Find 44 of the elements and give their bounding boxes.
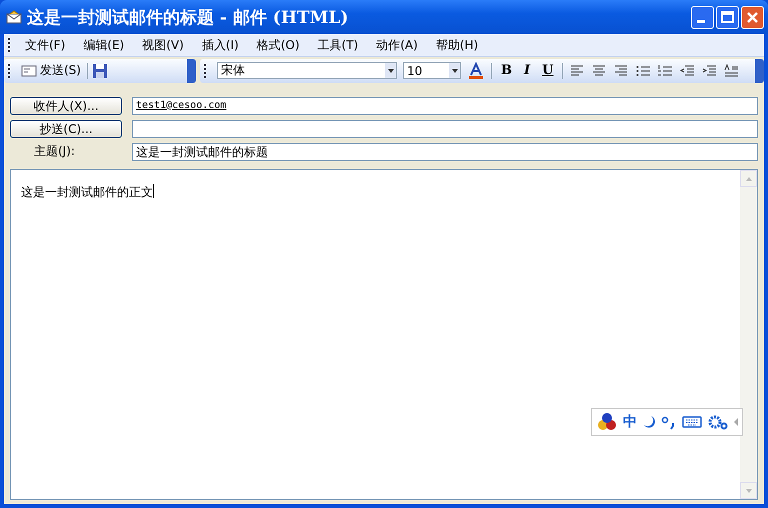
menu-item[interactable]: 视图(V)	[134, 36, 192, 54]
menu-item[interactable]: 编辑(E)	[75, 36, 132, 54]
envelope-icon	[6, 9, 22, 25]
align-left-icon[interactable]	[569, 64, 586, 78]
to-button[interactable]: 收件人(X)...	[10, 96, 122, 114]
message-body-text: 这是一封测试邮件的正文	[21, 184, 153, 201]
menu-item[interactable]: 格式(O)	[248, 36, 308, 54]
numbered-list-icon[interactable]	[657, 64, 674, 78]
menu-item[interactable]: 文件(F)	[17, 36, 74, 54]
chinese-mode-toggle[interactable]: 中	[623, 413, 637, 431]
punctuation-icon[interactable]	[661, 414, 677, 430]
balls-icon[interactable]	[596, 412, 618, 432]
menu-item[interactable]: 插入(I)	[194, 36, 247, 54]
window-title: 这是一封测试邮件的标题 - 邮件 (HTML)	[27, 6, 350, 28]
bullet-list-icon[interactable]	[635, 64, 652, 78]
keyboard-icon[interactable]	[682, 415, 702, 429]
decrease-indent-icon[interactable]	[679, 64, 696, 78]
font-dropdown[interactable]: 宋体	[217, 62, 397, 79]
maximize-button[interactable]	[716, 6, 739, 28]
style-icon[interactable]	[723, 64, 740, 78]
floppy-icon[interactable]	[92, 62, 108, 78]
cc-button[interactable]: 抄送(C)...	[10, 120, 122, 138]
subject-field[interactable]: 这是一封测试邮件的标题	[132, 142, 758, 160]
bold-button[interactable]: B	[498, 63, 515, 78]
underline-button[interactable]: U	[539, 63, 556, 78]
subject-label: 主题(J):	[33, 143, 76, 160]
menu-item[interactable]: 工具(T)	[310, 36, 366, 54]
minimize-button[interactable]	[691, 6, 714, 28]
to-field[interactable]: test1@cesoo.com	[132, 96, 758, 114]
align-center-icon[interactable]	[591, 64, 608, 78]
close-button[interactable]	[741, 6, 764, 28]
envelope-icon	[21, 64, 37, 76]
settings-icon[interactable]	[707, 413, 729, 431]
italic-button[interactable]: I	[521, 63, 534, 78]
minimize-icon	[696, 20, 704, 22]
increase-indent-icon[interactable]	[701, 64, 718, 78]
font-color-icon[interactable]	[467, 62, 485, 80]
size-dropdown[interactable]: 10	[403, 62, 461, 79]
menu-item[interactable]: 帮助(H)	[428, 36, 486, 54]
align-right-icon[interactable]	[613, 64, 630, 78]
menu-item[interactable]: 动作(A)	[368, 36, 426, 54]
cc-field[interactable]	[132, 120, 758, 138]
moon-icon[interactable]	[642, 414, 656, 430]
message-body-editor[interactable]: 这是一封测试邮件的正文 中	[10, 169, 758, 500]
